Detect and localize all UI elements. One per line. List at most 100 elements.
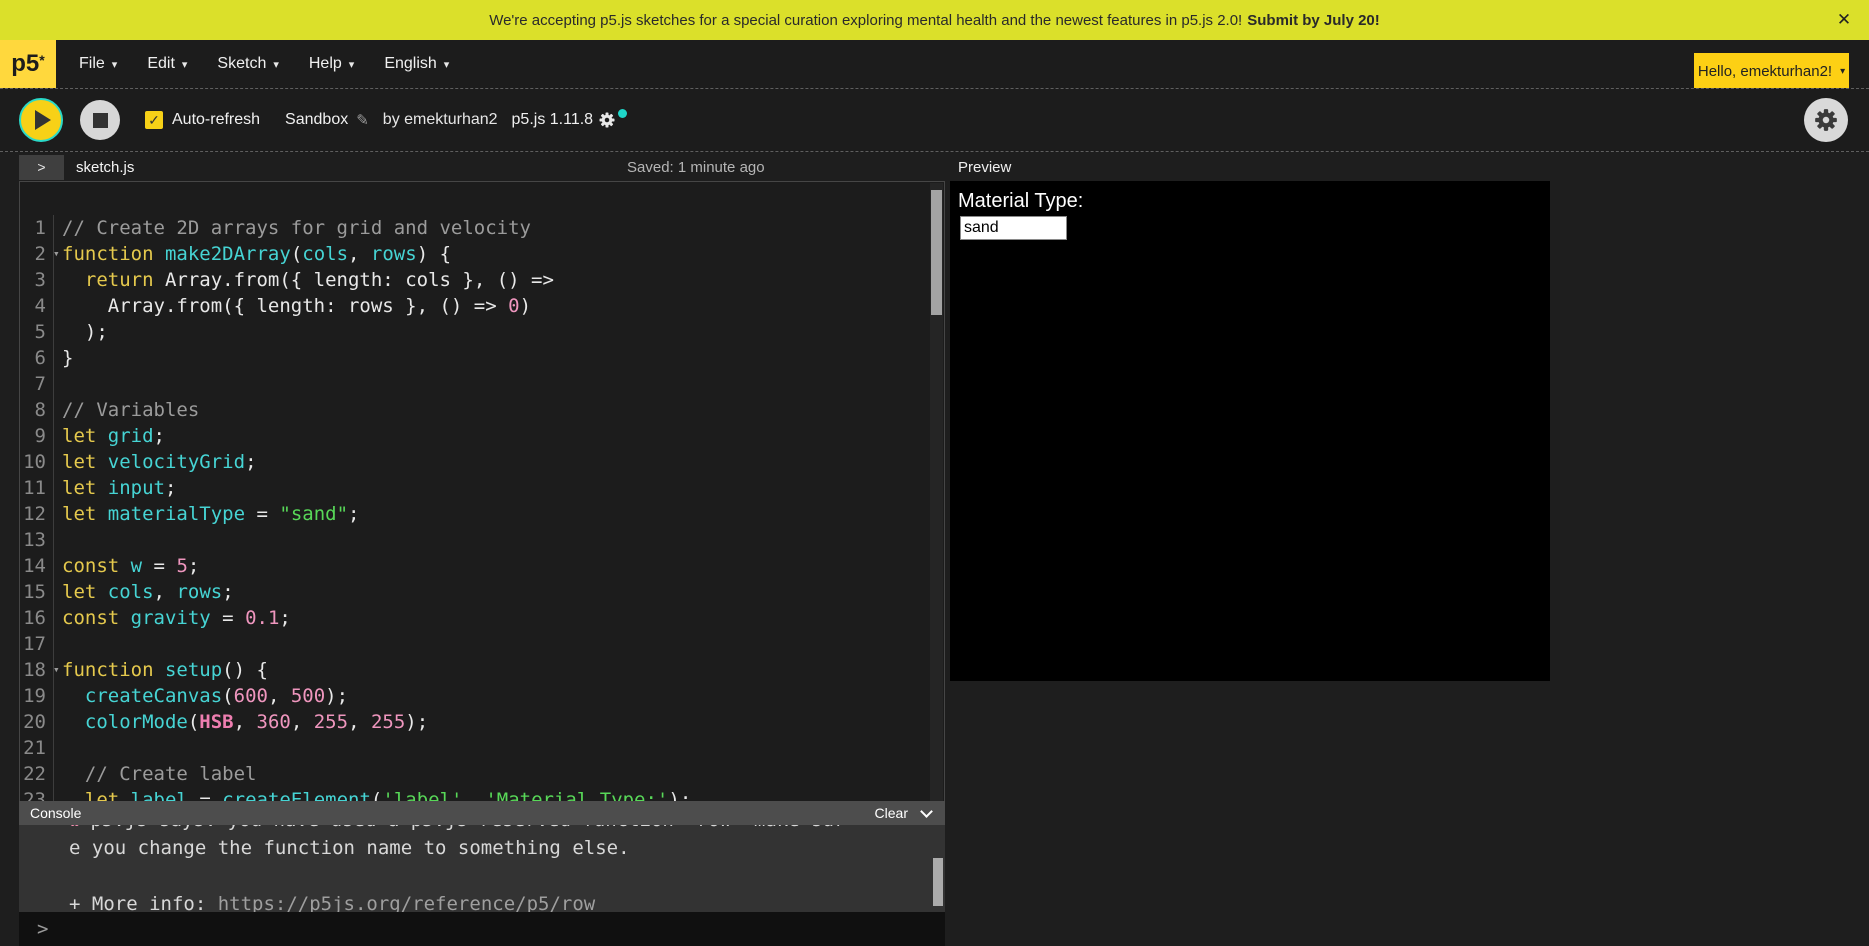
code-line: 2▾function make2DArray(cols, rows) { bbox=[20, 241, 944, 267]
code-line: 16const gravity = 0.1; bbox=[20, 605, 944, 631]
menu-file[interactable]: File▾ bbox=[64, 40, 132, 88]
code-line: 8// Variables bbox=[20, 397, 944, 423]
line-number: 13 bbox=[20, 527, 54, 553]
notification-dot bbox=[618, 109, 627, 118]
p5-logo[interactable]: p5* bbox=[0, 40, 56, 88]
line-number: 18 bbox=[20, 657, 54, 683]
menu-help[interactable]: Help▾ bbox=[294, 40, 369, 88]
menu-label: Sketch bbox=[217, 55, 266, 73]
console-scrollbar-thumb[interactable] bbox=[933, 858, 943, 906]
project-name: Sandbox bbox=[285, 111, 348, 129]
line-number: 8 bbox=[20, 397, 54, 423]
line-number: 14 bbox=[20, 553, 54, 579]
console-prompt-row[interactable]: > bbox=[19, 912, 945, 946]
code-text: return Array.from({ length: cols }, () =… bbox=[54, 267, 554, 293]
material-type-label: Material Type: bbox=[958, 190, 1083, 213]
console-title: Console bbox=[30, 805, 875, 821]
line-number: 2 bbox=[20, 241, 54, 267]
code-line: 19 createCanvas(600, 500); bbox=[20, 683, 944, 709]
line-number: 4 bbox=[20, 293, 54, 319]
code-editor[interactable]: 1// Create 2D arrays for grid and veloci… bbox=[19, 181, 945, 801]
menu-bar: File▾Edit▾Sketch▾Help▾English▾ bbox=[64, 40, 464, 88]
console-message-link[interactable]: https://p5js.org/reference/p5/row bbox=[218, 893, 596, 912]
code-line: 12let materialType = "sand"; bbox=[20, 501, 944, 527]
code-text bbox=[54, 527, 62, 553]
settings-button[interactable] bbox=[1804, 98, 1848, 142]
code-text: ); bbox=[54, 319, 108, 345]
code-line: 9let grid; bbox=[20, 423, 944, 449]
version-settings[interactable]: p5.js 1.11.8 bbox=[512, 111, 617, 129]
console-collapse-icon[interactable] bbox=[920, 805, 933, 818]
code-text bbox=[54, 371, 62, 397]
code-text: let materialType = "sand"; bbox=[54, 501, 359, 527]
file-tab-sketchjs[interactable]: sketch.js bbox=[76, 159, 134, 176]
edit-name-icon[interactable]: ✎ bbox=[356, 111, 369, 129]
auto-refresh-checkbox[interactable]: ✓ bbox=[145, 111, 163, 129]
code-line: 7 bbox=[20, 371, 944, 397]
code-line: 6} bbox=[20, 345, 944, 371]
code-line: 17 bbox=[20, 631, 944, 657]
chevron-down-icon: ▾ bbox=[112, 58, 118, 71]
console-message-text: + More info: bbox=[69, 893, 218, 912]
console-clear-button[interactable]: Clear bbox=[875, 805, 908, 821]
chevron-down-icon: ▾ bbox=[349, 58, 355, 71]
line-number: 12 bbox=[20, 501, 54, 527]
line-number: 6 bbox=[20, 345, 54, 371]
code-text: // Variables bbox=[54, 397, 199, 423]
code-lines: 1// Create 2D arrays for grid and veloci… bbox=[20, 215, 944, 801]
menu-label: Edit bbox=[147, 55, 175, 73]
console-message-text: e you change the function name to someth… bbox=[69, 837, 630, 859]
chevron-down-icon: ▾ bbox=[273, 58, 279, 71]
editor-scrollbar-thumb[interactable] bbox=[931, 190, 942, 315]
line-number: 9 bbox=[20, 423, 54, 449]
code-line: 15let cols, rows; bbox=[20, 579, 944, 605]
line-number: 11 bbox=[20, 475, 54, 501]
console-prompt-icon: > bbox=[37, 918, 48, 940]
code-text bbox=[54, 735, 62, 761]
code-text: function make2DArray(cols, rows) { bbox=[54, 241, 451, 267]
fold-arrow-icon[interactable]: ▾ bbox=[53, 657, 60, 683]
saved-status: Saved: 1 minute ago bbox=[627, 159, 765, 176]
code-text bbox=[54, 631, 62, 657]
flower-icon: ✿ bbox=[69, 825, 80, 831]
line-number: 10 bbox=[20, 449, 54, 475]
code-text: Array.from({ length: rows }, () => 0) bbox=[54, 293, 531, 319]
close-icon[interactable]: ✕ bbox=[1833, 9, 1855, 31]
code-text: let cols, rows; bbox=[54, 579, 234, 605]
code-text: } bbox=[54, 345, 73, 371]
console-header: Console Clear bbox=[19, 801, 945, 825]
console-output: ✿ p5.js says: you have used a p5.js reser… bbox=[19, 825, 945, 912]
project-author: by emekturhan2 bbox=[383, 111, 498, 129]
code-text: let grid; bbox=[54, 423, 165, 449]
play-icon bbox=[35, 110, 51, 130]
preview-canvas[interactable] bbox=[950, 181, 1550, 681]
menu-sketch[interactable]: Sketch ▾ bbox=[202, 40, 293, 88]
chevron-down-icon: ▾ bbox=[1840, 66, 1845, 77]
code-text: // Create label bbox=[54, 761, 256, 787]
console-message bbox=[69, 862, 945, 890]
code-text: let velocityGrid; bbox=[54, 449, 257, 475]
console-message: ✿ p5.js says: you have used a p5.js reser… bbox=[69, 825, 945, 834]
line-number: 21 bbox=[20, 735, 54, 761]
console-message-text: p5.js says: you have used a p5.js reserv… bbox=[90, 825, 845, 831]
play-button[interactable] bbox=[19, 98, 63, 142]
menu-edit[interactable]: Edit ▾ bbox=[132, 40, 202, 88]
chevron-down-icon: ▾ bbox=[182, 58, 188, 71]
line-number: 7 bbox=[20, 371, 54, 397]
code-text: const gravity = 0.1; bbox=[54, 605, 291, 631]
code-text: let label = createElement('label', 'Mate… bbox=[54, 787, 691, 801]
line-number: 16 bbox=[20, 605, 54, 631]
code-text: colorMode(HSB, 360, 255, 255); bbox=[54, 709, 428, 735]
menu-english[interactable]: English▾ bbox=[369, 40, 464, 88]
sidebar-collapse-button[interactable]: > bbox=[19, 155, 64, 180]
code-line: 10let velocityGrid; bbox=[20, 449, 944, 475]
code-text: function setup() { bbox=[54, 657, 268, 683]
user-menu-button[interactable]: Hello, emekturhan2! ▾ bbox=[1694, 53, 1849, 89]
stop-button[interactable] bbox=[80, 100, 120, 140]
fold-arrow-icon[interactable]: ▾ bbox=[53, 241, 60, 267]
line-number: 22 bbox=[20, 761, 54, 787]
material-type-input[interactable] bbox=[960, 216, 1067, 240]
line-number: 23 bbox=[20, 787, 54, 801]
chevron-down-icon: ▾ bbox=[444, 58, 450, 71]
gear-icon bbox=[1813, 107, 1839, 133]
